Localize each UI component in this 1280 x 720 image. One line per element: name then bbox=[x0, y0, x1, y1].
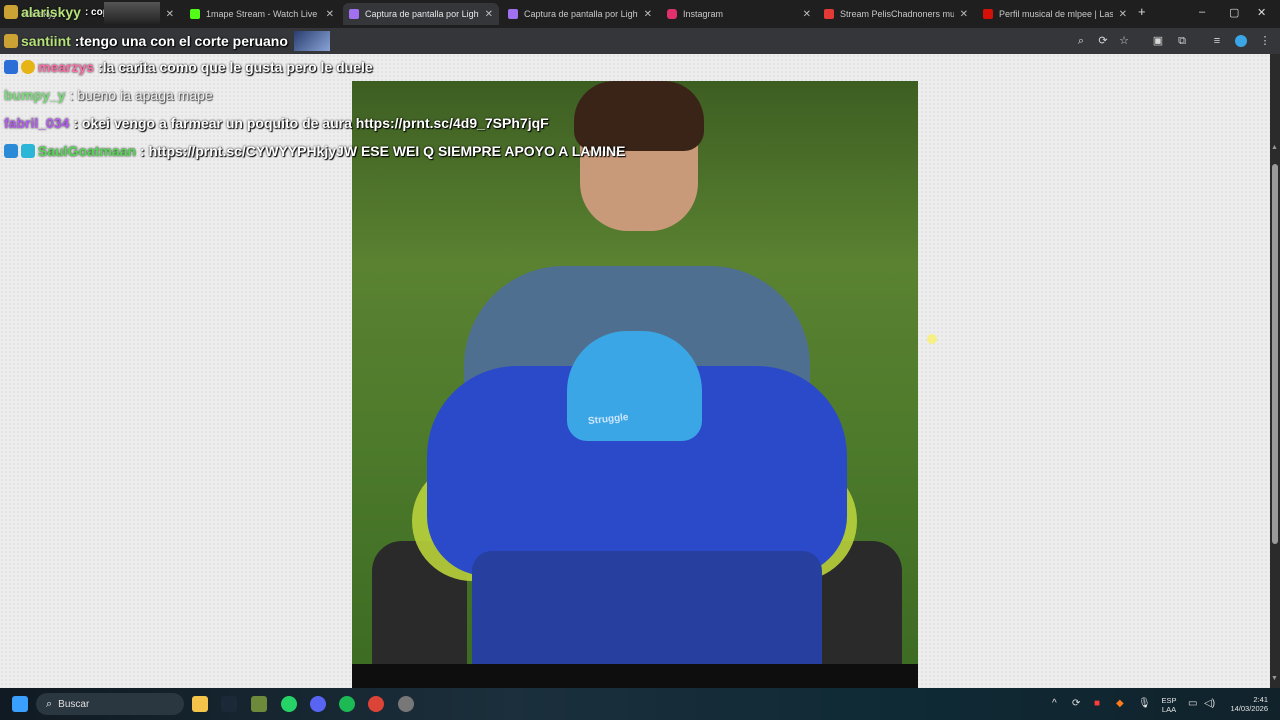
cursor-highlight bbox=[927, 334, 937, 344]
chat-message: SaulGoatmaan : https://prnt.sc/CYWYYPHkj… bbox=[4, 143, 625, 159]
crown-badge-icon bbox=[4, 5, 18, 19]
toy-quad-windshield bbox=[567, 331, 702, 441]
tray-app-icon[interactable]: ■ bbox=[1094, 698, 1100, 709]
chat-username: santiint bbox=[21, 33, 71, 49]
language-indicator[interactable]: ESP LAA bbox=[1158, 696, 1180, 714]
chat-text: :tengo una con el corte peruano bbox=[74, 33, 288, 49]
sub-badge-icon bbox=[21, 60, 35, 74]
clock-date: 14/03/2026 bbox=[1230, 704, 1268, 713]
search-placeholder: Buscar bbox=[58, 698, 90, 710]
tray-app-icon[interactable]: ◆ bbox=[1116, 698, 1124, 709]
webcam-thumbnail bbox=[104, 2, 160, 24]
spotify-icon[interactable] bbox=[339, 696, 355, 712]
language-code: ESP bbox=[1161, 696, 1177, 705]
clock[interactable]: 2:41 14/03/2026 bbox=[1222, 695, 1268, 713]
tab-title: Perfil musical de mlpee | Last.f bbox=[999, 9, 1113, 19]
chat-message: bumpy_y : bueno ia apaga mape bbox=[4, 87, 213, 103]
chat-text: :la carita como que le gusta pero le due… bbox=[98, 59, 373, 75]
verified-badge-icon bbox=[4, 60, 18, 74]
translate-icon[interactable]: ⟳ bbox=[1097, 35, 1109, 47]
crown-badge-icon bbox=[4, 34, 18, 48]
bookmark-star-icon[interactable]: ☆ bbox=[1118, 35, 1130, 47]
scroll-down-icon[interactable]: ▼ bbox=[1271, 675, 1278, 682]
tray-sync-icon[interactable]: ⟳ bbox=[1072, 698, 1080, 709]
game-app-icon[interactable] bbox=[251, 696, 267, 712]
maximize-button[interactable]: ▢ bbox=[1229, 6, 1239, 19]
chat-message: mearzys :la carita como que le gusta per… bbox=[4, 59, 373, 75]
layout-code: LAA bbox=[1161, 705, 1177, 714]
zoom-icon[interactable]: ⌕ bbox=[1075, 35, 1087, 47]
taskbar-search[interactable]: ⌕ Buscar bbox=[36, 693, 184, 715]
page-scrollbar[interactable]: ▲ ▼ bbox=[1270, 54, 1280, 688]
volume-icon[interactable]: ◁) bbox=[1204, 698, 1215, 709]
new-tab-button[interactable]: + bbox=[1138, 4, 1146, 19]
chat-username: mearzys bbox=[38, 59, 95, 75]
extension-icon[interactable]: ▣ bbox=[1152, 35, 1164, 47]
app-icon[interactable] bbox=[398, 696, 414, 712]
image-bottom-bar bbox=[352, 664, 918, 688]
tab-lastfm[interactable]: Perfil musical de mlpee | Last.f ✕ bbox=[977, 3, 1133, 25]
stream-chat-overlay: alariskyy : cop santiint :tengo una con … bbox=[0, 0, 900, 170]
chat-username: fabril_034 bbox=[4, 115, 70, 131]
chrome-icon[interactable] bbox=[368, 696, 384, 712]
puzzle-icon[interactable]: ⧉ bbox=[1176, 35, 1188, 47]
microphone-icon[interactable]: 🎙 bbox=[1138, 698, 1151, 709]
chat-username: SaulGoatmaan bbox=[38, 143, 137, 159]
profile-avatar-icon[interactable] bbox=[1235, 35, 1247, 47]
chat-username: alariskyy bbox=[21, 4, 81, 20]
steam-icon[interactable] bbox=[221, 696, 237, 712]
whatsapp-icon[interactable] bbox=[281, 696, 297, 712]
search-icon: ⌕ bbox=[46, 697, 53, 710]
minimize-button[interactable]: – bbox=[1199, 6, 1205, 18]
chat-message: santiint :tengo una con el corte peruano bbox=[4, 31, 330, 51]
close-tab-icon[interactable]: ✕ bbox=[1119, 9, 1127, 20]
chat-text: : https://prnt.sc/CYWYYPHkjyJW ESE WEI Q… bbox=[140, 143, 626, 159]
lastfm-favicon-icon bbox=[983, 9, 993, 19]
tray-chevron-icon[interactable]: ^ bbox=[1052, 698, 1057, 709]
chat-message: fabril_034 : okei vengo a farmear un poq… bbox=[4, 115, 549, 131]
file-explorer-icon[interactable] bbox=[192, 696, 208, 712]
close-tab-icon[interactable]: ✕ bbox=[960, 9, 968, 20]
chat-text: : okei vengo a farmear un poquito de aur… bbox=[73, 115, 549, 131]
close-window-button[interactable]: ✕ bbox=[1257, 6, 1266, 19]
chat-text: : bueno ia apaga mape bbox=[69, 87, 213, 103]
windows-taskbar: ⌕ Buscar ^ ⟳ ■ ◆ 🎙 ESP LAA ▭ ◁) 2:41 14/… bbox=[0, 688, 1280, 720]
discord-icon[interactable] bbox=[310, 696, 326, 712]
moderator-badge-icon bbox=[21, 144, 35, 158]
chat-username: bumpy_y bbox=[4, 87, 66, 103]
menu-kebab-icon[interactable]: ⋮ bbox=[1259, 35, 1271, 47]
network-icon[interactable]: ▭ bbox=[1188, 698, 1197, 709]
scroll-up-icon[interactable]: ▲ bbox=[1271, 144, 1278, 151]
play-badge-icon bbox=[4, 144, 18, 158]
screenshot-image: Struggle bbox=[352, 81, 918, 688]
chat-emote-image bbox=[293, 31, 330, 51]
media-control-icon[interactable]: ≡ bbox=[1211, 35, 1223, 47]
chat-message: alariskyy : cop bbox=[4, 4, 109, 20]
windows-start-icon[interactable] bbox=[12, 696, 28, 712]
scrollbar-thumb[interactable] bbox=[1272, 164, 1278, 544]
clock-time: 2:41 bbox=[1253, 695, 1268, 704]
